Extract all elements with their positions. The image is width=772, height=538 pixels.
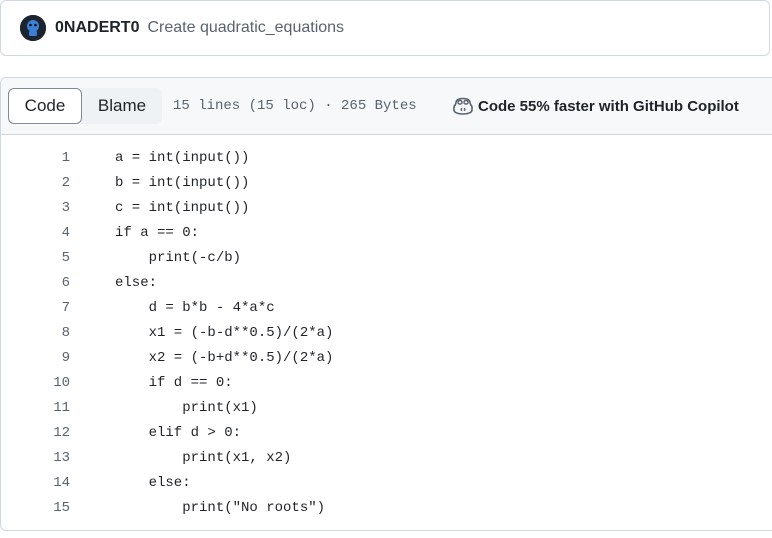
line-number[interactable]: 13 [1,450,70,466]
code-line: 9 x2 = (-b+d**0.5)/(2*a) [1,345,772,370]
line-number[interactable]: 15 [1,500,70,516]
commit-author[interactable]: 0NADERT0 [55,19,139,37]
code-line: 6 else: [1,270,772,295]
line-number[interactable]: 5 [1,250,70,266]
line-number[interactable]: 14 [1,475,70,491]
tab-code[interactable]: Code [8,88,82,124]
line-number[interactable]: 9 [1,350,70,366]
line-content: x2 = (-b+d**0.5)/(2*a) [115,349,334,366]
line-content: print(x1) [115,399,258,416]
code-line: 2 b = int(input()) [1,170,772,195]
copilot-icon [453,96,473,116]
commit-bar: 0NADERT0 Create quadratic_equations [0,0,770,56]
line-content: if a == 0: [115,224,200,241]
author-avatar[interactable] [20,15,46,41]
code-line: 14 else: [1,470,772,495]
tab-blame[interactable]: Blame [82,88,162,124]
line-number[interactable]: 7 [1,300,70,316]
file-viewer: Code Blame 15 lines (15 loc) · 265 Bytes… [0,77,772,531]
line-content: else: [115,274,158,291]
line-content: d = b*b - 4*a*c [115,299,275,316]
line-number[interactable]: 11 [1,400,70,416]
line-content: elif d > 0: [115,424,242,441]
line-content: print("No roots") [115,499,326,516]
line-number[interactable]: 1 [1,150,70,166]
line-content: if d == 0: [115,374,233,391]
avatar-icon [20,15,46,41]
code-line: 1 a = int(input()) [1,145,772,170]
line-number[interactable]: 4 [1,225,70,241]
code-line: 11 print(x1) [1,395,772,420]
line-content: c = int(input()) [115,199,250,216]
line-content: b = int(input()) [115,174,250,191]
line-content: print(x1, x2) [115,449,292,466]
code-line: 13 print(x1, x2) [1,445,772,470]
copilot-promo-label: Code 55% faster with GitHub Copilot [478,97,739,115]
file-info: 15 lines (15 loc) · 265 Bytes [173,98,417,114]
file-header: Code Blame 15 lines (15 loc) · 265 Bytes… [1,78,772,135]
line-number[interactable]: 12 [1,425,70,441]
line-number[interactable]: 10 [1,375,70,391]
code-line: 10 if d == 0: [1,370,772,395]
code-area: 1 a = int(input()) 2 b = int(input()) 3 c = i… [1,135,772,520]
code-line: 12 elif d > 0: [1,420,772,445]
copilot-promo-link[interactable]: Code 55% faster with GitHub Copilot [453,78,739,134]
code-line: 7 d = b*b - 4*a*c [1,295,772,320]
line-number[interactable]: 8 [1,325,70,341]
line-number[interactable]: 3 [1,200,70,216]
view-toggle: Code Blame [8,88,162,124]
line-content: x1 = (-b-d**0.5)/(2*a) [115,324,334,341]
code-line: 8 x1 = (-b-d**0.5)/(2*a) [1,320,772,345]
commit-message[interactable]: Create quadratic_equations [147,19,344,37]
line-content: else: [115,474,191,491]
code-line: 5 print(-c/b) [1,245,772,270]
code-line: 4 if a == 0: [1,220,772,245]
line-content: a = int(input()) [115,149,250,166]
line-number[interactable]: 2 [1,175,70,191]
line-content: print(-c/b) [115,249,242,266]
code-line: 15 print("No roots") [1,495,772,520]
line-number[interactable]: 6 [1,275,70,291]
code-line: 3 c = int(input()) [1,195,772,220]
